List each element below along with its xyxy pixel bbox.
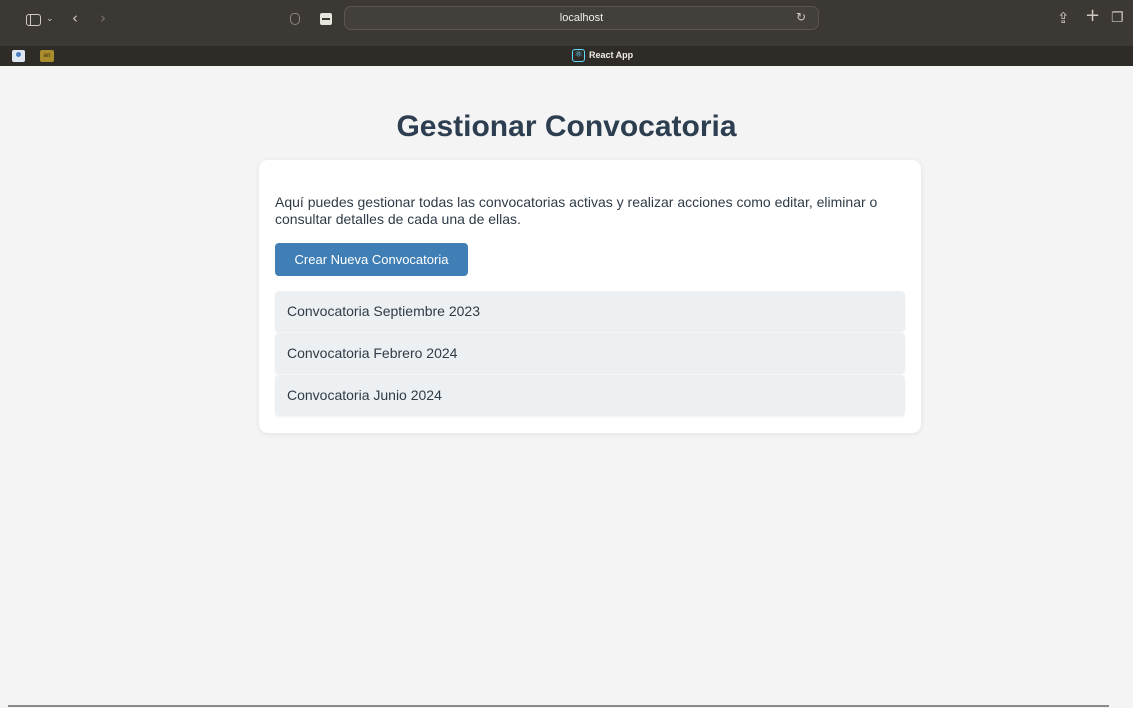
page-title: Gestionar Convocatoria (396, 110, 737, 143)
privacy-shield-icon[interactable] (290, 13, 300, 25)
convocatorias-list: Convocatoria Septiembre 2023 Convocatori… (275, 291, 905, 417)
forward-button[interactable]: › (100, 10, 106, 26)
favorite-bookmark[interactable]: an (40, 50, 54, 62)
list-item[interactable]: Convocatoria Febrero 2024 (275, 333, 905, 374)
browser-toolbar: ⌄ ‹ › localhost ↻ ⇪ + ❐ (0, 0, 1133, 46)
address-bar[interactable]: localhost ↻ (344, 6, 819, 30)
window-bottom-edge (8, 705, 1109, 707)
convocatorias-card: Aquí puedes gestionar todas las convocat… (259, 160, 921, 433)
react-icon: ⚛ (572, 49, 585, 62)
url-text: localhost (559, 12, 604, 24)
favorite-profile-icon[interactable] (12, 50, 25, 62)
plus-icon[interactable]: + (1085, 7, 1100, 25)
tab-bar: an ⚛ React App (0, 46, 1133, 66)
create-convocatoria-button[interactable]: Crear Nueva Convocatoria (275, 243, 468, 276)
tab-group-icon[interactable] (320, 13, 332, 25)
page-description: Aquí puedes gestionar todas las convocat… (275, 194, 878, 227)
reload-icon[interactable]: ↻ (796, 10, 806, 24)
back-button[interactable]: ‹ (72, 10, 78, 26)
share-icon[interactable]: ⇪ (1057, 10, 1070, 26)
tabs-overview-icon[interactable]: ❐ (1111, 10, 1124, 26)
sidebar-icon[interactable] (26, 14, 41, 26)
chevron-down-icon[interactable]: ⌄ (46, 11, 54, 27)
tab-title: React App (589, 50, 634, 60)
list-item[interactable]: Convocatoria Septiembre 2023 (275, 291, 905, 332)
list-item[interactable]: Convocatoria Junio 2024 (275, 375, 905, 416)
